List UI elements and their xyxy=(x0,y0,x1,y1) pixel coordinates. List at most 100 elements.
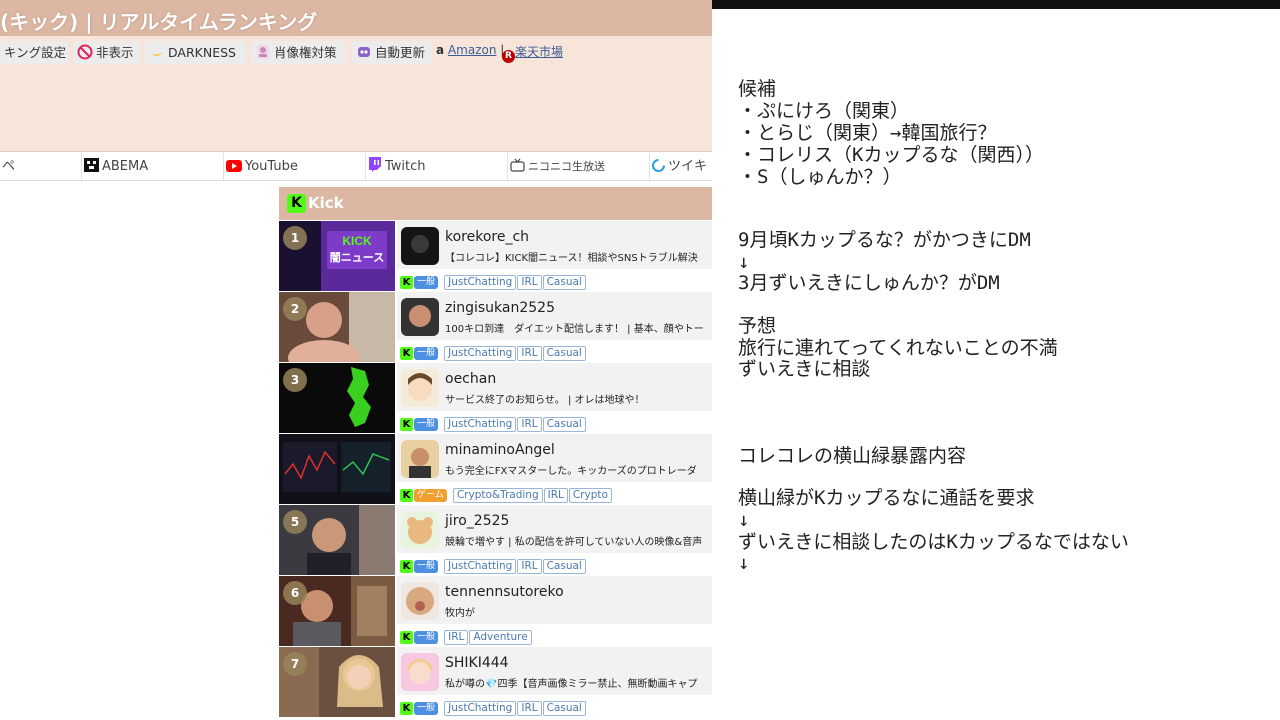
tag[interactable]: IRL xyxy=(517,559,542,574)
username[interactable]: SHIKI444 xyxy=(445,655,509,671)
stream-thumbnail[interactable]: 6 xyxy=(279,576,395,646)
hide-button[interactable]: 非表示 xyxy=(73,41,140,64)
auto-update-button[interactable]: 自動更新 xyxy=(352,41,432,64)
ranking-row[interactable]: 7 SHIKI444 私が噂の💎四季【音声画像ミラー禁止、無断動画キャプ K 一般… xyxy=(279,647,712,717)
tag-line: K 一般 JustChatting IRL Casual xyxy=(400,698,586,716)
username[interactable]: zingisukan2525 xyxy=(445,300,555,316)
stream-info: jiro_2525 競輪で増やす | 私の配信を許可していない人の映像&音声 K… xyxy=(397,505,712,575)
tab-abema[interactable]: ABEMA xyxy=(82,153,224,181)
tag[interactable]: IRL xyxy=(517,346,542,361)
username[interactable]: minaminoAngel xyxy=(445,442,555,458)
note-line: 旅行に連れてってくれないことの不満 xyxy=(738,337,1058,359)
kick-header-label: Kick xyxy=(308,194,344,212)
tag[interactable]: IRL xyxy=(517,275,542,290)
tab-pe[interactable]: ペ xyxy=(0,153,82,181)
svg-text:KICK: KICK xyxy=(342,234,372,248)
rank-badge: 1 xyxy=(283,226,307,250)
auto-update-label: 自動更新 xyxy=(375,45,426,60)
ranking-row[interactable]: KICK 闇ニュース 1 korekore_ch 【コレコレ】KICK闇ニュース！… xyxy=(279,221,712,291)
category-badge: 一般 xyxy=(414,276,439,289)
tag[interactable]: JustChatting xyxy=(444,275,517,290)
tab-twitcasting[interactable]: ツイキ xyxy=(650,153,712,181)
tag[interactable]: JustChatting xyxy=(444,559,517,574)
ranking-row[interactable]: 4 minaminoAngel もう完全にFXマスターした。キッカーズのプロトレ… xyxy=(279,434,712,504)
category-badge: 一般 xyxy=(414,347,439,360)
tab-youtube-label: YouTube xyxy=(245,159,298,174)
kick-header: K Kick xyxy=(279,187,712,220)
tag-line: K 一般 JustChatting IRL Casual xyxy=(400,556,586,574)
ranking-row[interactable]: 5 jiro_2525 競輪で増やす | 私の配信を許可していない人の映像&音声… xyxy=(279,505,712,575)
name-band: jiro_2525 競輪で増やす | 私の配信を許可していない人の映像&音声 xyxy=(397,505,712,553)
ranking-row[interactable]: 2 zingisukan2525 100キロ到達 ダイエット配信します！ | 基… xyxy=(279,292,712,362)
username[interactable]: jiro_2525 xyxy=(445,513,509,529)
ranking-settings-button[interactable]: キング設定 xyxy=(0,41,68,64)
stream-thumbnail[interactable]: 7 xyxy=(279,647,395,717)
username[interactable]: tennennsutoreko xyxy=(445,584,564,600)
stream-thumbnail[interactable]: KICK 闇ニュース 1 xyxy=(279,221,395,291)
tab-twitch[interactable]: Twitch xyxy=(366,153,508,181)
tag[interactable]: IRL xyxy=(517,417,542,432)
tag[interactable]: Casual xyxy=(542,275,586,290)
note-line: ↓ xyxy=(738,251,750,273)
username[interactable]: oechan xyxy=(445,371,496,387)
tag[interactable]: Casual xyxy=(542,701,586,716)
name-band: minaminoAngel もう完全にFXマスターした。キッカーズのプロトレーダ xyxy=(397,434,712,482)
note-line: 3月ずいえきにしゅんか？がDM xyxy=(738,272,1000,294)
darkness-button[interactable]: DARKNESS xyxy=(145,41,246,64)
tag-line: K 一般 JustChatting IRL Casual xyxy=(400,343,586,361)
note-line: コレコレの横山緑暴露内容 xyxy=(738,445,967,467)
tag[interactable]: Casual xyxy=(542,417,586,432)
avatar xyxy=(401,653,439,691)
tag-line: K ゲーム Crypto&Trading IRL Crypto xyxy=(400,485,612,503)
tag[interactable]: JustChatting xyxy=(444,346,517,361)
stream-title: サービス終了のお知らせ。 | オレは地球や！ xyxy=(445,395,645,406)
tab-pe-label: ペ xyxy=(2,159,16,174)
stream-thumbnail[interactable]: 3 xyxy=(279,363,395,433)
tag[interactable]: Casual xyxy=(542,559,586,574)
tag[interactable]: JustChatting xyxy=(444,701,517,716)
stream-thumbnail[interactable]: 5 xyxy=(279,505,395,575)
darkness-label: DARKNESS xyxy=(168,45,236,60)
category-badge: 一般 xyxy=(414,560,439,573)
tag[interactable]: IRL xyxy=(543,488,568,503)
stream-title: 競輪で増やす | 私の配信を許可していない人の映像&音声 xyxy=(445,537,703,548)
ranking-row[interactable]: 3 oechan サービス終了のお知らせ。 | オレは地球や！ K 一般 Just… xyxy=(279,363,712,433)
tag[interactable]: Crypto xyxy=(568,488,612,503)
avatar xyxy=(401,369,439,407)
ranking-row[interactable]: 6 tennennsutoreko 牧内が K 一般 IRL Adventure xyxy=(279,576,712,646)
tag[interactable]: IRL xyxy=(517,701,542,716)
name-band: zingisukan2525 100キロ到達 ダイエット配信します！ | 基本、… xyxy=(397,292,712,340)
stream-info: tennennsutoreko 牧内が K 一般 IRL Adventure xyxy=(397,576,712,646)
username[interactable]: korekore_ch xyxy=(445,229,529,245)
amazon-link[interactable]: a Amazon | xyxy=(436,43,504,57)
site-header: (キック) | リアルタイムランキング キング設定 非表示 DARKNESS 肖… xyxy=(0,0,712,152)
tag[interactable]: IRL xyxy=(444,630,469,645)
tag[interactable]: Crypto&Trading xyxy=(452,488,543,503)
note-line: ↓ xyxy=(738,552,750,574)
kick-mini-icon: K xyxy=(400,560,413,573)
rank-badge: 6 xyxy=(283,581,307,605)
tag[interactable]: JustChatting xyxy=(444,417,517,432)
portrait-rights-button[interactable]: 肖像権対策 xyxy=(251,41,346,64)
note-line: ↓ xyxy=(738,509,750,531)
rakuten-link[interactable]: R 楽天市場 xyxy=(502,43,563,63)
tag[interactable]: Casual xyxy=(542,346,586,361)
kick-logo-icon: K xyxy=(287,194,306,213)
hide-label: 非表示 xyxy=(96,45,134,60)
stream-thumbnail[interactable]: 2 xyxy=(279,292,395,362)
stream-title: 牧内が xyxy=(445,608,475,619)
tag-line: K 一般 JustChatting IRL Casual xyxy=(400,414,586,432)
name-band: SHIKI444 私が噂の💎四季【音声画像ミラー禁止、無断動画キャプ xyxy=(397,647,712,695)
twitcasting-icon xyxy=(652,159,665,172)
note-line: 候補 xyxy=(738,78,777,100)
tag[interactable]: Adventure xyxy=(469,630,532,645)
tab-youtube[interactable]: YouTube xyxy=(224,153,366,181)
svg-text:闇ニュース: 闇ニュース xyxy=(330,251,384,264)
stream-thumbnail[interactable]: 4 xyxy=(279,434,395,504)
category-badge: ゲーム xyxy=(414,489,447,502)
moon-icon xyxy=(152,52,163,57)
stream-title: 100キロ到達 ダイエット配信します！ | 基本、顔やトー xyxy=(445,324,704,335)
tab-niconico[interactable]: ニコニコ生放送 xyxy=(508,153,650,181)
kick-mini-icon: K xyxy=(400,276,413,289)
stream-title: 【コレコレ】KICK闇ニュース！相談やSNSトラブル解決 xyxy=(445,253,698,264)
